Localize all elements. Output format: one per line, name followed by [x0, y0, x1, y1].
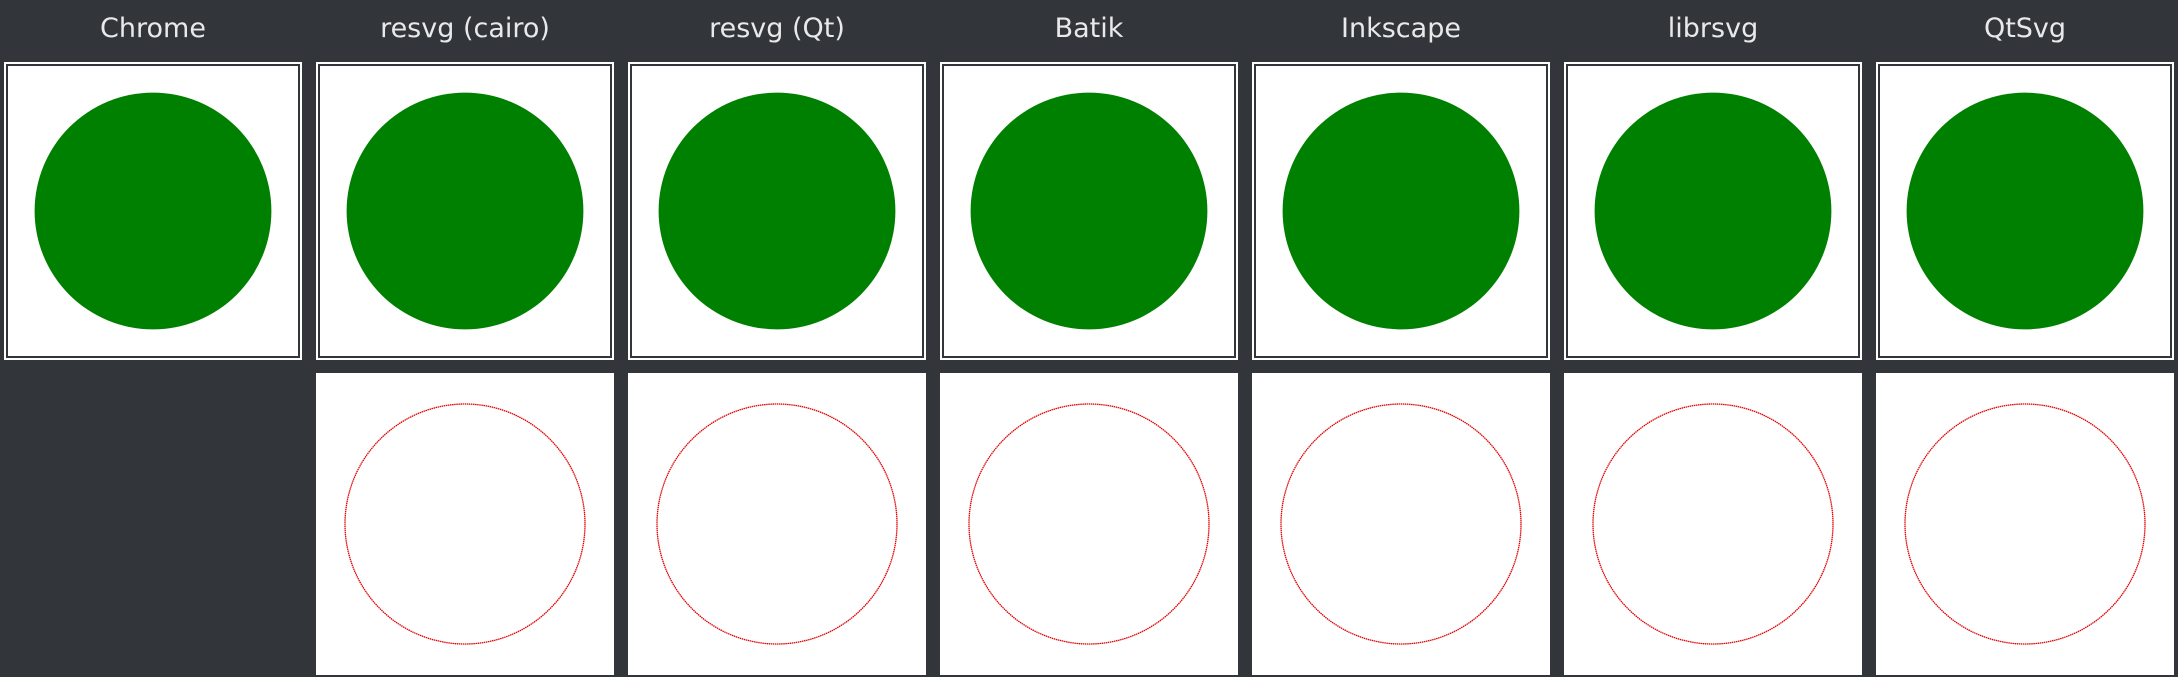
rendered-circle-image — [1594, 92, 1832, 330]
rendered-circle-image — [658, 92, 896, 330]
renderer-column-qtsvg: QtSvg — [1876, 0, 2174, 677]
renderer-title: resvg (Qt) — [709, 13, 845, 44]
diff-panel — [940, 373, 1238, 675]
green-circle — [346, 92, 584, 330]
renderer-title: librsvg — [1667, 13, 1759, 44]
render-panel — [628, 62, 926, 360]
green-circle — [1594, 92, 1832, 330]
rendered-circle-image — [346, 92, 584, 330]
renderer-title: QtSvg — [1983, 13, 2067, 44]
green-circle — [34, 92, 272, 330]
renderer-title: Batik — [1054, 13, 1124, 44]
render-panel — [1564, 62, 1862, 360]
renderer-column-inkscape: Inkscape — [1252, 0, 1550, 677]
diff-image — [968, 403, 1210, 645]
diff-panel — [316, 373, 614, 675]
render-panel — [940, 62, 1238, 360]
diff-panel — [1252, 373, 1550, 675]
renderer-title: Inkscape — [1341, 13, 1461, 44]
diff-image — [344, 403, 586, 645]
diff-outline — [968, 403, 1210, 645]
green-circle — [1282, 92, 1520, 330]
renderer-column-chrome: Chrome — [4, 0, 302, 677]
diff-image — [1592, 403, 1834, 645]
renderer-title: resvg (cairo) — [380, 13, 550, 44]
rendered-circle-image — [1906, 92, 2144, 330]
diff-outline — [344, 403, 586, 645]
reference-render-panel — [4, 62, 302, 360]
diff-panel — [1564, 373, 1862, 675]
diff-panel — [1876, 373, 2174, 675]
diff-outline — [1280, 403, 1522, 645]
render-panel — [1876, 62, 2174, 360]
render-panel — [1252, 62, 1550, 360]
diff-outline — [1592, 403, 1834, 645]
renderer-column-resvg-qt: resvg (Qt) — [628, 0, 926, 677]
rendered-circle-image — [34, 92, 272, 330]
green-circle — [970, 92, 1208, 330]
renderer-column-batik: Batik — [940, 0, 1238, 677]
rendered-circle-image — [1282, 92, 1520, 330]
green-circle — [1906, 92, 2144, 330]
diff-image — [1904, 403, 2146, 645]
renderer-column-librsvg: librsvg — [1564, 0, 1862, 677]
rendered-circle-image — [970, 92, 1208, 330]
renderer-title: Chrome — [100, 13, 206, 44]
render-panel — [316, 62, 614, 360]
renderer-column-resvg-cairo: resvg (cairo) — [316, 0, 614, 677]
diff-outline — [1904, 403, 2146, 645]
diff-image — [1280, 403, 1522, 645]
diff-image — [656, 403, 898, 645]
diff-panel — [628, 373, 926, 675]
green-circle — [658, 92, 896, 330]
diff-outline — [656, 403, 898, 645]
